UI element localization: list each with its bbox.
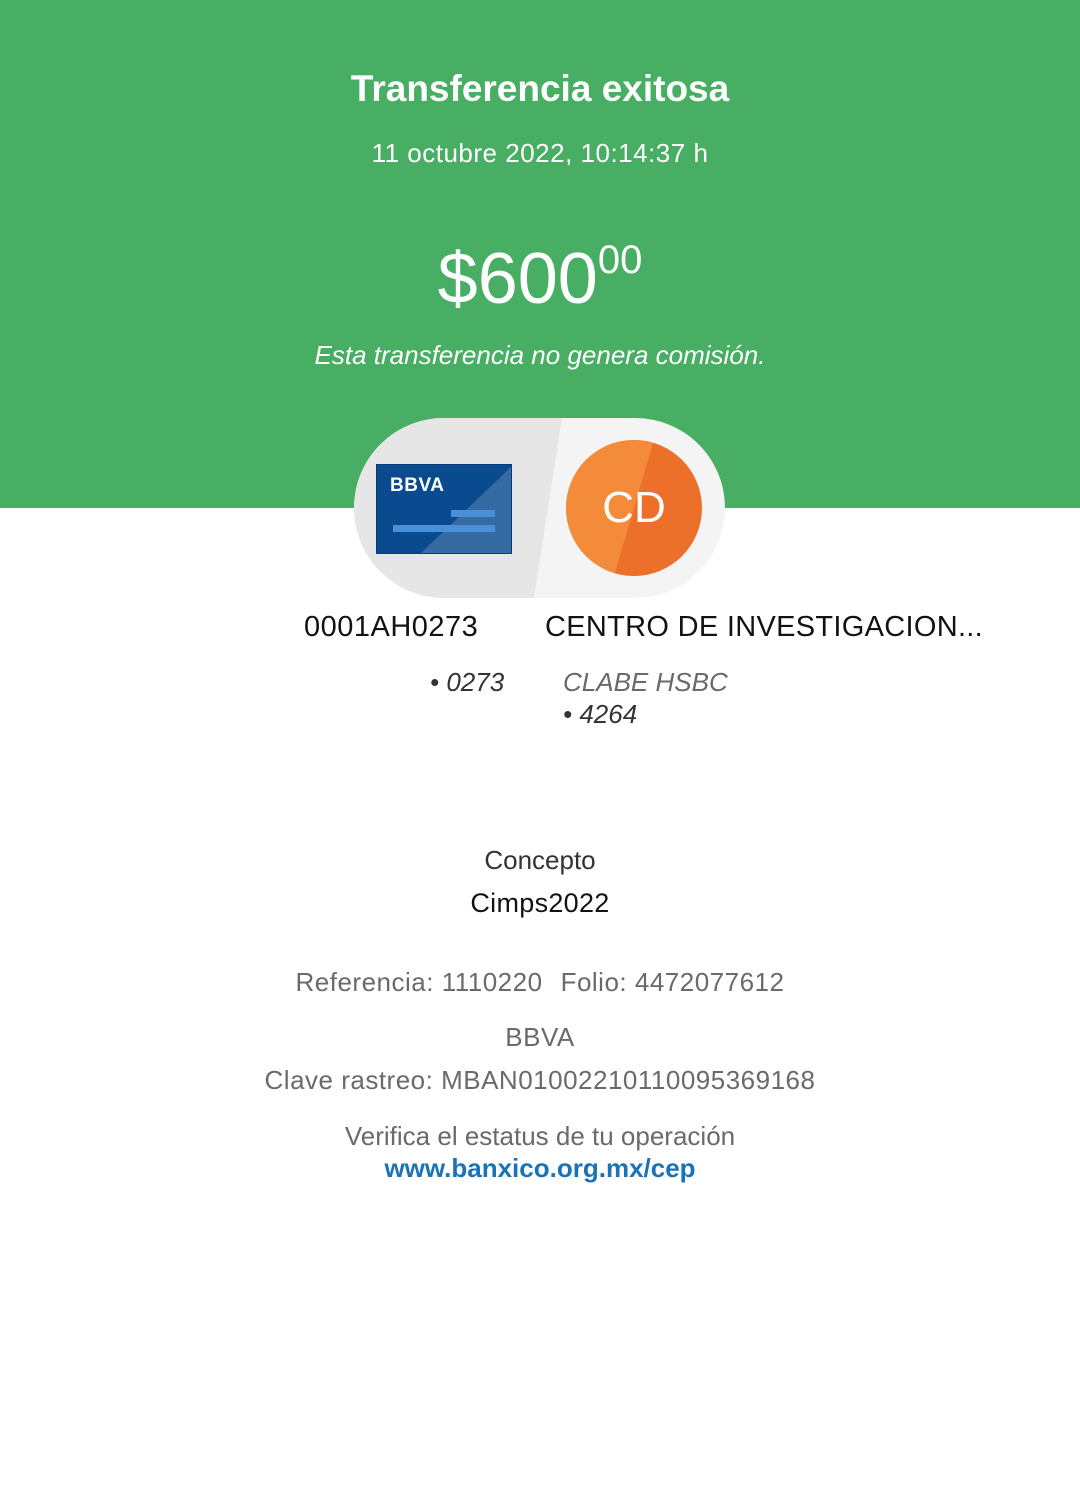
recipient-name: CENTRO DE INVESTIGACION... — [545, 611, 984, 643]
reference-folio-line: Referencia: 1110220 Folio: 4472077612 — [0, 967, 1080, 998]
banxico-cep-link[interactable]: www.banxico.org.mx/cep — [0, 1153, 1080, 1184]
fee-note: Esta transferencia no genera comisión. — [314, 340, 766, 370]
card-stripe — [451, 510, 495, 517]
recipient-account-number: • 4264 — [563, 699, 638, 729]
verify-status-text: Verifica el estatus de tu operación — [344, 1121, 736, 1151]
transfer-participants: BBVA CD — [354, 418, 725, 598]
transfer-amount: $60000 — [0, 238, 1080, 320]
bank-name: BBVA — [505, 1022, 575, 1052]
origin-account-name: 0001AH0273 — [304, 611, 479, 643]
page-title: Transferencia exitosa — [350, 68, 730, 109]
card-logo: BBVA — [390, 475, 445, 496]
card-stripe — [393, 525, 495, 532]
transfer-datetime: 11 octubre 2022, 10:14:37 h — [371, 138, 709, 168]
bank-card-icon: BBVA — [376, 464, 512, 554]
origin-account-number: • 0273 — [430, 667, 505, 697]
reference-value: Referencia: 1110220 — [295, 967, 543, 997]
avatar-initials: CD — [602, 483, 666, 532]
folio-value: Folio: 4472077612 — [560, 967, 785, 997]
concept-label: Concepto — [484, 845, 596, 875]
recipient-bank: CLABE HSBC — [563, 667, 728, 697]
recipient-avatar: CD — [566, 440, 702, 576]
amount-main: $600 — [437, 239, 598, 319]
amount-cents: 00 — [597, 238, 643, 282]
concept-value: Cimps2022 — [470, 888, 610, 918]
tracking-key: Clave rastreo: MBAN01002210110095369168 — [264, 1065, 816, 1095]
